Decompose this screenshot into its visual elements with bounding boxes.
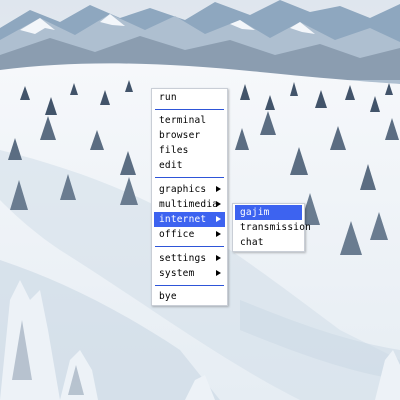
menu-item-label: bye xyxy=(159,291,177,302)
submenu-arrow-icon xyxy=(216,186,221,192)
menu-item-label: internet xyxy=(159,214,207,225)
menu-item-office[interactable]: office xyxy=(154,227,225,242)
menu-item-label: gajim xyxy=(240,207,270,218)
menu-item-label: office xyxy=(159,229,195,240)
submenu-item-chat[interactable]: chat xyxy=(235,235,302,250)
menu-item-graphics[interactable]: graphics xyxy=(154,182,225,197)
menu-item-label: system xyxy=(159,268,195,279)
submenu-arrow-icon xyxy=(216,216,221,222)
main-menu: run terminal browser files edit graphics… xyxy=(151,88,228,306)
menu-item-edit[interactable]: edit xyxy=(154,158,225,173)
menu-item-label: run xyxy=(159,92,177,103)
menu-separator xyxy=(155,285,224,286)
menu-separator xyxy=(155,109,224,110)
submenu-item-transmission[interactable]: transmission xyxy=(235,220,311,235)
menu-separator xyxy=(155,177,224,178)
menu-item-settings[interactable]: settings xyxy=(154,251,225,266)
menu-item-label: edit xyxy=(159,160,183,171)
menu-item-system[interactable]: system xyxy=(154,266,225,281)
submenu-arrow-icon xyxy=(216,231,221,237)
menu-item-label: browser xyxy=(159,130,201,141)
menu-separator xyxy=(155,246,224,247)
menu-item-label: multimedia xyxy=(159,199,219,210)
menu-item-label: terminal xyxy=(159,115,207,126)
menu-item-run[interactable]: run xyxy=(154,90,225,105)
submenu-item-gajim[interactable]: gajim xyxy=(235,205,302,220)
menu-item-label: settings xyxy=(159,253,207,264)
submenu-arrow-icon xyxy=(216,270,221,276)
submenu-arrow-icon xyxy=(216,201,221,207)
menu-item-label: files xyxy=(159,145,189,156)
menu-item-label: transmission xyxy=(240,222,312,233)
menu-item-bye[interactable]: bye xyxy=(154,289,225,304)
menu-item-label: graphics xyxy=(159,184,207,195)
menu-item-label: chat xyxy=(240,237,264,248)
menu-item-terminal[interactable]: terminal xyxy=(154,113,225,128)
menu-item-files[interactable]: files xyxy=(154,143,225,158)
menu-item-multimedia[interactable]: multimedia xyxy=(154,197,225,212)
menu-item-internet[interactable]: internet xyxy=(154,212,225,227)
submenu-arrow-icon xyxy=(216,255,221,261)
internet-submenu: gajim transmission chat xyxy=(232,203,311,252)
menu-item-browser[interactable]: browser xyxy=(154,128,225,143)
